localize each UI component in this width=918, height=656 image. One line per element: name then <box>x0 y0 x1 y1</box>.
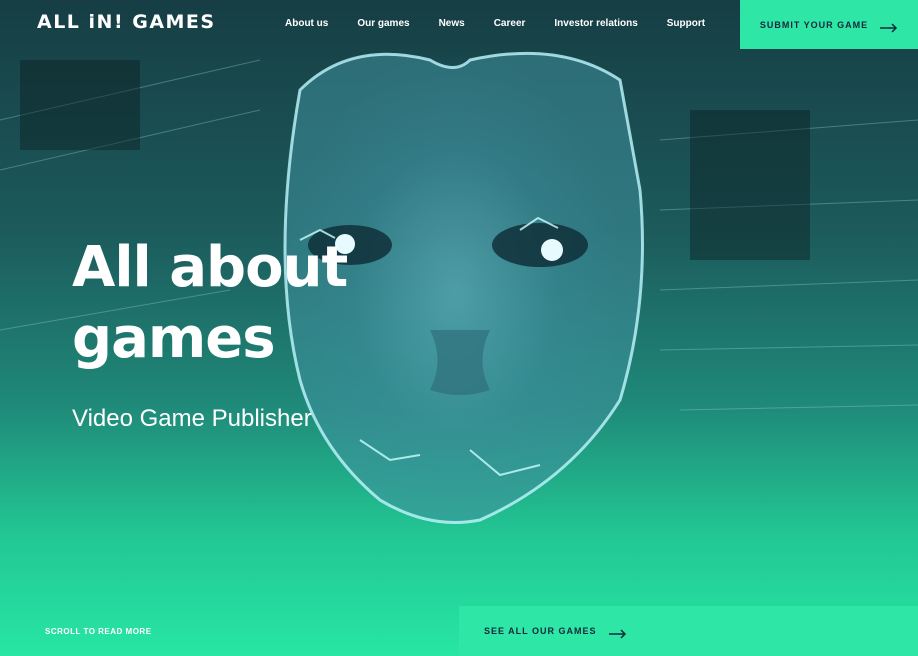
nav-news[interactable]: News <box>439 18 465 29</box>
arrow-right-icon <box>880 20 898 33</box>
nav-our-games[interactable]: Our games <box>357 18 409 29</box>
nav-investor-relations[interactable]: Investor relations <box>554 18 637 29</box>
site-logo[interactable]: ALL iN! GAMES <box>37 11 216 33</box>
submit-your-game-label: SUBMIT YOUR GAME <box>759 19 869 30</box>
main-nav: About us Our games News Career Investor … <box>285 18 734 29</box>
scroll-to-read-more-link[interactable]: SCROLL TO READ MORE <box>45 627 152 636</box>
see-all-our-games-label: SEE ALL OUR GAMES <box>484 626 597 636</box>
hero-title: All about games <box>72 232 348 374</box>
hero-title-line-1: All about <box>72 235 348 300</box>
see-all-our-games-button[interactable]: SEE ALL OUR GAMES <box>459 606 918 656</box>
hero-title-line-2: games <box>72 306 276 371</box>
submit-your-game-button[interactable]: SUBMIT YOUR GAME <box>740 0 918 49</box>
top-navigation: ALL iN! GAMES About us Our games News Ca… <box>0 0 918 49</box>
nav-support[interactable]: Support <box>667 18 705 29</box>
arrow-right-icon <box>608 626 627 639</box>
nav-career[interactable]: Career <box>494 18 526 29</box>
hero-subtitle: Video Game Publisher <box>72 405 312 432</box>
nav-about-us[interactable]: About us <box>285 18 328 29</box>
see-all-content: SEE ALL OUR GAMES <box>484 626 627 639</box>
